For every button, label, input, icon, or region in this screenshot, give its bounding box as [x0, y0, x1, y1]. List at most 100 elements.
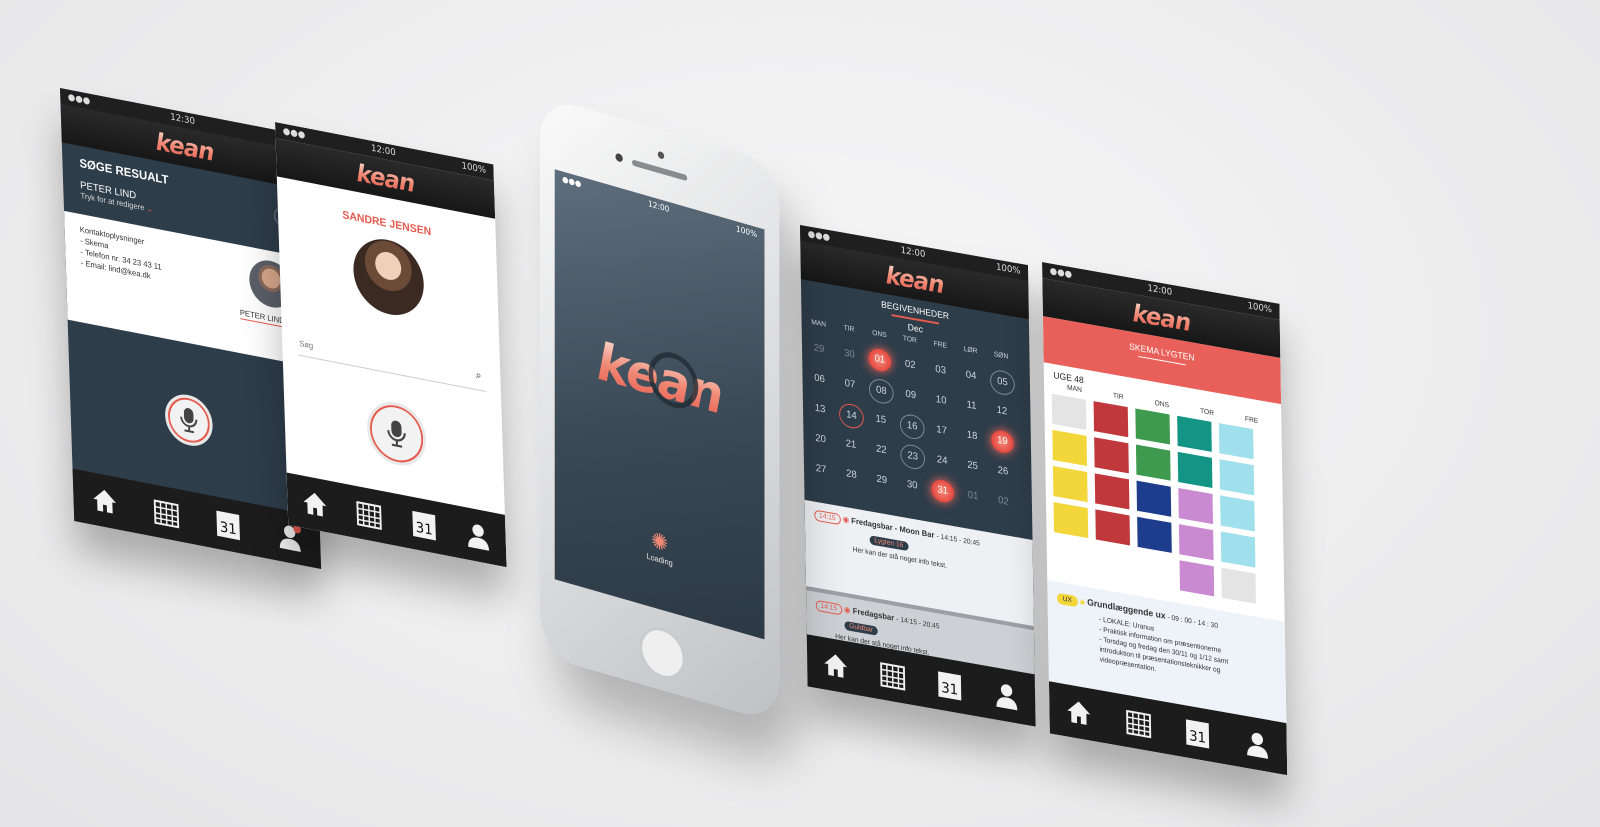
- chevron-down-icon: ⌄: [146, 203, 154, 215]
- microphone-icon: [387, 420, 406, 448]
- tab-profile[interactable]: [989, 674, 1024, 716]
- schedule-slot[interactable]: [1219, 459, 1255, 496]
- calendar-icon: 31: [215, 510, 240, 541]
- schedule-slot[interactable]: [1135, 408, 1171, 445]
- tab-schedule[interactable]: [148, 491, 183, 534]
- schedule-grid-icon: [1125, 709, 1151, 739]
- schedule-slot[interactable]: [1094, 437, 1129, 474]
- schedule-slot[interactable]: [1137, 516, 1172, 553]
- microphone-icon: [180, 408, 198, 434]
- calendar-day[interactable]: 04: [959, 363, 982, 389]
- schedule-slot[interactable]: [1095, 509, 1131, 546]
- schedule-slot[interactable]: [1052, 429, 1088, 466]
- weekday: ONS: [1154, 399, 1170, 410]
- battery-label: 100%: [461, 161, 487, 177]
- kean-logo: kean: [155, 127, 214, 167]
- user-icon: [1246, 732, 1268, 759]
- tab-profile[interactable]: [1240, 723, 1275, 765]
- calendar-day[interactable]: 03: [929, 358, 952, 384]
- schedule-slot[interactable]: [1094, 473, 1130, 510]
- schedule-slot[interactable]: [1051, 393, 1087, 430]
- earpiece: [632, 159, 688, 182]
- calendar-day[interactable]: 11: [960, 393, 983, 419]
- weekday: MAN: [1067, 384, 1082, 395]
- tab-home[interactable]: [297, 482, 332, 525]
- weekday: TIR: [1112, 392, 1124, 402]
- kean-logo: kean: [1132, 298, 1191, 338]
- schedule-slot[interactable]: [1135, 444, 1171, 481]
- calendar-day[interactable]: 25: [961, 453, 984, 479]
- screen-profile: ●●● 12:00 100% kean SANDRE JENSEN ⌕ 31: [275, 122, 507, 568]
- mockup-stage: ●●● 12:30 100% kean SØGE RESUALT PETER L…: [0, 0, 1600, 827]
- status-time: 12:00: [370, 143, 396, 159]
- schedule-slot[interactable]: [1220, 495, 1255, 532]
- svg-text:31: 31: [1189, 728, 1206, 747]
- calendar-day[interactable]: 10: [930, 388, 953, 414]
- schedule-slot[interactable]: [1218, 423, 1254, 460]
- user-icon: [996, 684, 1018, 711]
- sensor-icon: [615, 152, 623, 163]
- schedule-slot[interactable]: [1177, 415, 1212, 452]
- search-icon[interactable]: ⌕: [475, 369, 481, 383]
- location-pin-icon: ◉: [1079, 598, 1088, 608]
- calendar-day[interactable]: 01: [961, 483, 984, 509]
- schedule-slot[interactable]: [1178, 524, 1214, 561]
- calendar-day[interactable]: 02: [992, 489, 1015, 515]
- tab-calendar[interactable]: 31: [1180, 712, 1215, 754]
- calendar-day[interactable]: 18: [960, 423, 983, 449]
- schedule-slot[interactable]: [1221, 567, 1257, 604]
- event-hours: - 14:15 - 20:45: [936, 533, 980, 548]
- battery-label: 100%: [736, 224, 758, 240]
- home-icon: [92, 489, 116, 514]
- signal-icon: ●●●: [282, 126, 306, 141]
- avatar-label: PETER LIND: [239, 306, 285, 328]
- tab-home[interactable]: [1062, 692, 1097, 734]
- search-input[interactable]: [297, 337, 444, 377]
- schedule-slot[interactable]: [1179, 560, 1215, 597]
- profile-avatar: [352, 233, 425, 322]
- weekday-label: FRE: [933, 340, 947, 350]
- calendar-day[interactable]: 17: [930, 418, 953, 444]
- loading-indicator: ✺ Loading: [555, 499, 765, 594]
- schedule-slot[interactable]: [1177, 451, 1213, 489]
- signal-icon: ●●●: [562, 174, 582, 189]
- svg-text:31: 31: [219, 519, 236, 539]
- event-day[interactable]: 31: [931, 478, 955, 505]
- home-button[interactable]: [639, 621, 686, 685]
- schedule-slot[interactable]: [1053, 502, 1089, 539]
- weekday-label: SØN: [993, 351, 1009, 361]
- search-field[interactable]: ⌕: [297, 332, 486, 393]
- schedule-slot[interactable]: [1220, 531, 1256, 568]
- tab-profile[interactable]: [461, 514, 496, 557]
- course-tag: UX: [1056, 592, 1078, 608]
- calendar-day[interactable]: 12: [990, 399, 1013, 425]
- calendar-day[interactable]: 05: [989, 368, 1015, 397]
- status-time: 12:00: [1147, 283, 1173, 298]
- status-bar: ●●● 12:00 100%: [555, 169, 765, 244]
- status-time: 12:30: [170, 112, 196, 128]
- weekday: FRE: [1244, 415, 1259, 426]
- tab-bar: 31: [72, 468, 322, 569]
- weekday-label: LØR: [963, 345, 978, 356]
- calendar-day[interactable]: 24: [931, 448, 954, 474]
- tab-calendar[interactable]: 31: [406, 504, 441, 547]
- tab-schedule[interactable]: [1121, 702, 1156, 744]
- event-day[interactable]: 19: [990, 428, 1015, 455]
- battery-label: 100%: [1247, 301, 1273, 316]
- schedule-slot[interactable]: [1093, 401, 1129, 438]
- schedule-slot[interactable]: [1052, 465, 1088, 503]
- schedule-slot[interactable]: [1136, 480, 1172, 517]
- voice-search-button[interactable]: [164, 390, 214, 450]
- voice-search-button[interactable]: [366, 396, 428, 471]
- tab-schedule[interactable]: [352, 493, 387, 536]
- schedule-grid-icon: [153, 499, 179, 529]
- tab-calendar[interactable]: 31: [210, 503, 245, 546]
- tab-calendar[interactable]: 31: [932, 664, 967, 706]
- iphone-mockup: ●●● 12:00 100% kean ✺ Loading: [540, 95, 926, 806]
- weekday: TOR: [1200, 407, 1215, 418]
- schedule-slot[interactable]: [1178, 488, 1214, 525]
- calendar-day[interactable]: 26: [991, 459, 1014, 485]
- front-camera-icon: [657, 150, 665, 160]
- calendar-icon: 31: [412, 510, 436, 541]
- tab-home[interactable]: [87, 479, 122, 522]
